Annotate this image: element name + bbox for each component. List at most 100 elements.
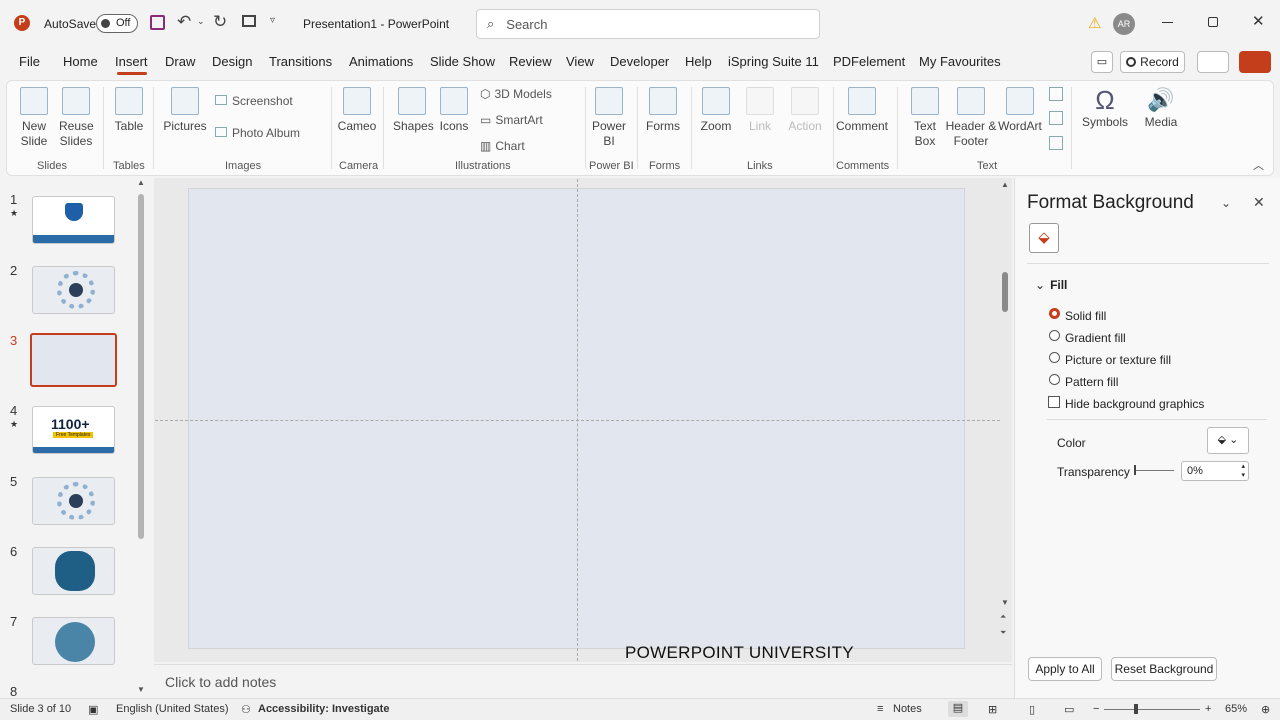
- transparency-input[interactable]: 0% ▴ ▾: [1181, 461, 1249, 481]
- gradient-fill-radio[interactable]: [1049, 330, 1060, 341]
- 3d-models-button[interactable]: ⬡ 3D Models: [480, 87, 552, 101]
- wordart-button[interactable]: WordArt: [997, 87, 1043, 134]
- present-icon[interactable]: [242, 15, 256, 27]
- share-icon[interactable]: [1239, 51, 1271, 73]
- slideshow-icon[interactable]: ▭: [1064, 703, 1074, 716]
- collapse-ribbon-icon[interactable]: ︿: [1253, 157, 1264, 173]
- tab-transitions[interactable]: Transitions: [269, 54, 332, 69]
- slide-number-icon[interactable]: [1049, 111, 1063, 125]
- comment-button[interactable]: Comment: [835, 87, 889, 134]
- reset-background-button[interactable]: Reset Background: [1111, 657, 1217, 681]
- color-picker-button[interactable]: ⬙ ⌄: [1207, 427, 1249, 454]
- zoom-slider-thumb[interactable]: [1134, 704, 1138, 714]
- tab-file[interactable]: File: [19, 54, 40, 69]
- slide-thumbnail[interactable]: [32, 547, 115, 595]
- tab-animations[interactable]: Animations: [349, 54, 413, 69]
- autosave-toggle[interactable]: Off: [96, 14, 138, 33]
- reuse-slides-button[interactable]: Reuse Slides: [59, 87, 94, 149]
- pane-close-icon[interactable]: ✕: [1253, 194, 1265, 211]
- chart-button[interactable]: ▥ Chart: [480, 139, 525, 153]
- warning-icon[interactable]: ⚠: [1088, 14, 1101, 32]
- media-button[interactable]: 🔊 Media: [1139, 85, 1183, 130]
- date-time-icon[interactable]: [1049, 87, 1063, 101]
- action-button[interactable]: Action: [785, 87, 825, 134]
- customize-qat-icon[interactable]: ▿: [270, 15, 275, 26]
- smartart-button[interactable]: ▭ SmartArt: [480, 113, 543, 127]
- slide-thumbnail[interactable]: 1100+ Free Templates: [32, 406, 115, 454]
- screenshot-button[interactable]: Screenshot: [215, 94, 293, 108]
- spinner-icon[interactable]: ▴ ▾: [1241, 462, 1245, 480]
- symbols-button[interactable]: Ω Symbols: [1079, 85, 1131, 130]
- avatar[interactable]: AR: [1113, 13, 1135, 35]
- restore-icon[interactable]: [1208, 17, 1218, 27]
- slide-3[interactable]: [155, 179, 1000, 661]
- tab-developer[interactable]: Developer: [610, 54, 669, 69]
- slide-thumbnail[interactable]: [32, 477, 115, 525]
- scroll-down-icon[interactable]: ▼: [1001, 598, 1009, 607]
- undo-dropdown-icon[interactable]: ⌄: [197, 16, 205, 27]
- slide-sorter-icon[interactable]: ⊞: [988, 703, 997, 716]
- search-box[interactable]: ⌕ Search: [476, 9, 820, 39]
- thumbs-scrollbar[interactable]: [138, 194, 144, 539]
- notes-icon[interactable]: ≡: [877, 703, 883, 715]
- tab-review[interactable]: Review: [509, 54, 552, 69]
- tab-insert[interactable]: Insert: [115, 54, 148, 69]
- zoom-out-icon[interactable]: −: [1093, 703, 1099, 715]
- next-slide-icon[interactable]: ⏷: [1000, 628, 1006, 638]
- fill-section-toggle[interactable]: ⌄ Fill: [1035, 278, 1067, 292]
- minimize-icon[interactable]: [1162, 22, 1173, 23]
- hide-bg-checkbox[interactable]: [1048, 396, 1060, 408]
- reading-view-icon[interactable]: ▯: [1029, 703, 1035, 716]
- zoom-button[interactable]: Zoom: [699, 87, 733, 134]
- fit-to-window-icon[interactable]: ⊕: [1261, 703, 1270, 716]
- object-icon[interactable]: [1049, 136, 1063, 150]
- slide-thumbnail-active[interactable]: [30, 333, 117, 387]
- tab-slide-show[interactable]: Slide Show: [430, 54, 495, 69]
- slider-thumb[interactable]: [1134, 465, 1136, 475]
- pictures-button[interactable]: Pictures: [163, 87, 207, 134]
- notes-pane[interactable]: Click to add notes: [154, 664, 1012, 698]
- tab-help[interactable]: Help: [685, 54, 712, 69]
- horizontal-guide[interactable]: [155, 420, 1000, 421]
- pane-options-icon[interactable]: ⌄: [1221, 196, 1231, 210]
- undo-icon[interactable]: ↶: [177, 12, 191, 32]
- pattern-fill-radio[interactable]: [1049, 374, 1060, 385]
- zoom-level[interactable]: 65%: [1225, 703, 1247, 715]
- tab-view[interactable]: View: [566, 54, 594, 69]
- save-icon[interactable]: [150, 15, 165, 30]
- tab-draw[interactable]: Draw: [165, 54, 195, 69]
- redo-icon[interactable]: ↻: [213, 12, 227, 32]
- previous-slide-icon[interactable]: ⏶: [1000, 612, 1006, 622]
- forms-button[interactable]: Forms: [645, 87, 681, 134]
- tab-home[interactable]: Home: [63, 54, 98, 69]
- table-button[interactable]: Table: [112, 87, 146, 134]
- normal-view-icon[interactable]: ▤: [948, 701, 968, 717]
- zoom-slider[interactable]: [1104, 704, 1200, 714]
- solid-fill-radio[interactable]: [1049, 308, 1060, 319]
- icons-button[interactable]: Icons: [437, 87, 471, 134]
- picture-fill-radio[interactable]: [1049, 352, 1060, 363]
- text-box-button[interactable]: Text Box: [905, 87, 945, 149]
- cameo-button[interactable]: Cameo: [337, 87, 377, 134]
- new-slide-button[interactable]: New Slide: [17, 87, 51, 149]
- transparency-slider[interactable]: [1134, 465, 1174, 475]
- power-bi-button[interactable]: Power BI: [591, 87, 627, 149]
- link-button[interactable]: Link: [743, 87, 777, 134]
- tab-my-favourites[interactable]: My Favourites: [919, 54, 1001, 69]
- spelling-icon[interactable]: ▣: [88, 703, 98, 716]
- comments-icon[interactable]: ▭: [1091, 51, 1113, 73]
- header-footer-button[interactable]: Header & Footer: [945, 87, 997, 149]
- record-button[interactable]: Record: [1120, 51, 1185, 73]
- scroll-up-icon[interactable]: ▲: [137, 178, 145, 187]
- notes-button[interactable]: Notes: [893, 703, 922, 715]
- tab-design[interactable]: Design: [212, 54, 252, 69]
- slide-thumbnail[interactable]: [32, 266, 115, 314]
- canvas-scrollbar[interactable]: [1002, 272, 1008, 312]
- tab-ispring[interactable]: iSpring Suite 11: [728, 54, 819, 69]
- scroll-up-icon[interactable]: ▲: [1001, 180, 1009, 189]
- zoom-in-icon[interactable]: +: [1205, 703, 1211, 715]
- teams-present-icon[interactable]: [1197, 51, 1229, 73]
- slide-thumbnail[interactable]: [32, 196, 115, 244]
- accessibility-icon[interactable]: ⚇: [241, 703, 251, 716]
- fill-tab-icon[interactable]: ⬙: [1029, 223, 1059, 253]
